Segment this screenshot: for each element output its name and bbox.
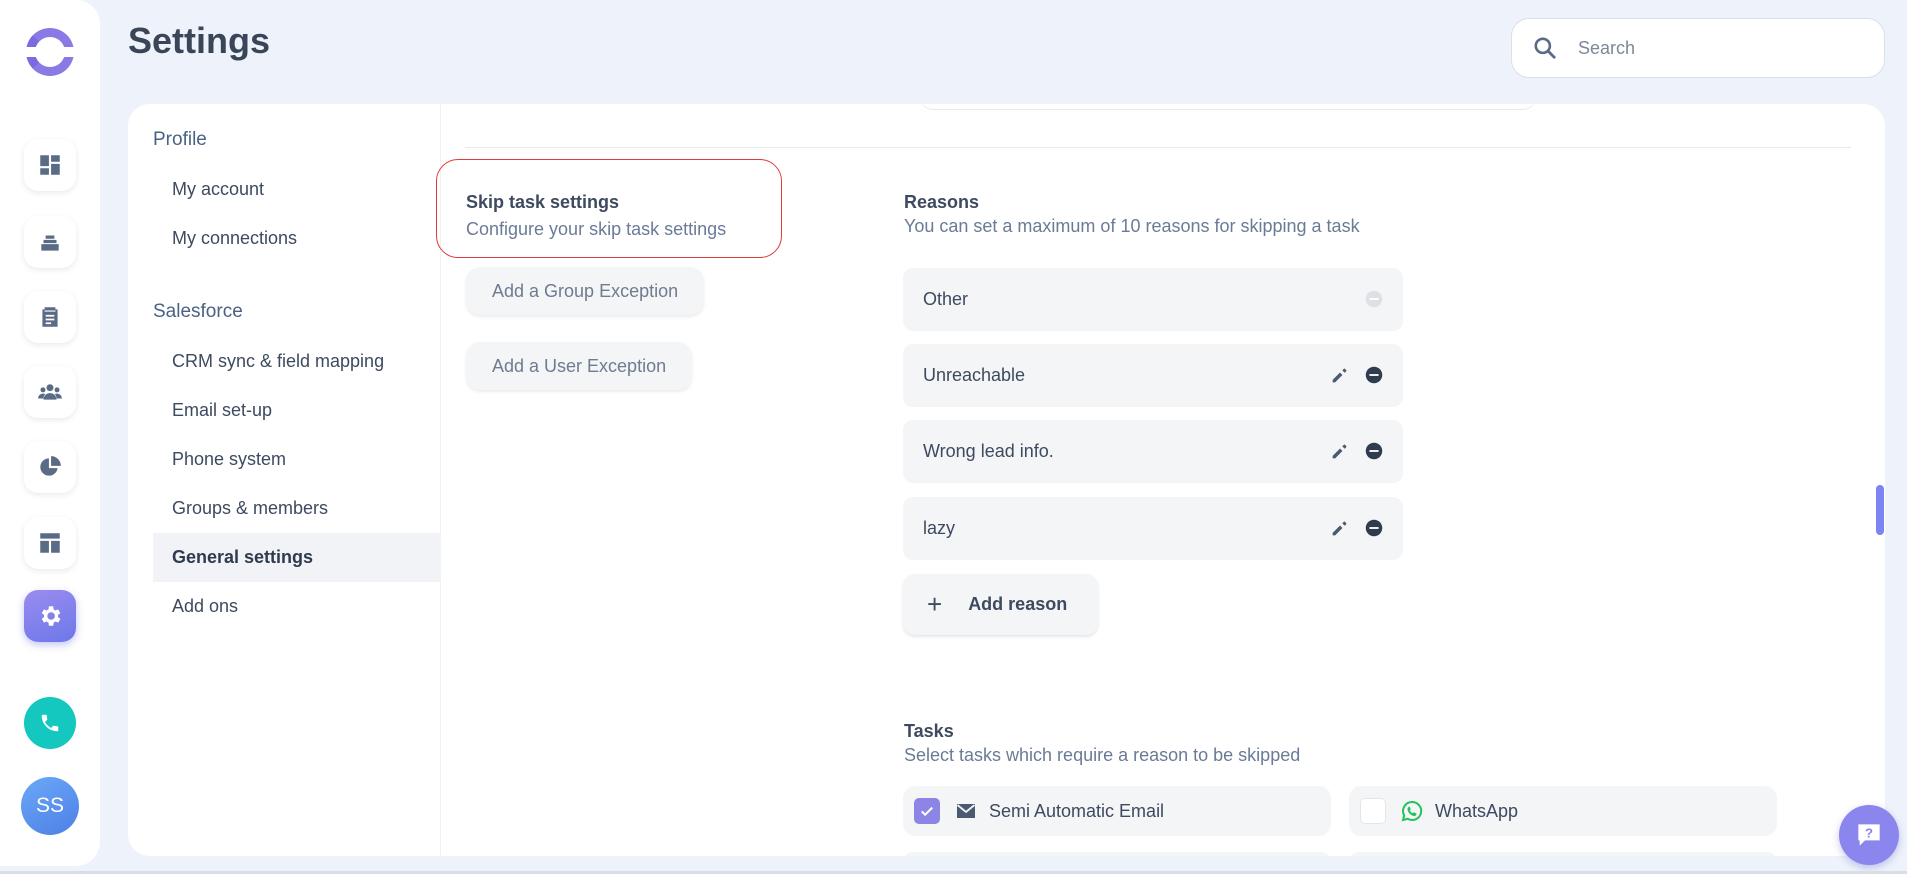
search-input[interactable] [1578,37,1858,59]
page-title: Settings [128,20,271,61]
task-label: Semi Automatic Email [989,800,1165,821]
task-option-partial [1349,852,1777,856]
remove-icon [1365,290,1383,308]
task-option-partial [903,852,1331,856]
rail-tasks-button[interactable] [24,291,76,343]
search-icon [1534,37,1556,59]
task-option[interactable]: Semi Automatic Email [903,786,1331,836]
add-user-exception-button[interactable]: Add a User Exception [466,342,693,390]
reason-label: Other [923,289,969,309]
tasks-subtitle: Select tasks which require a reason to b… [904,745,1301,765]
help-chat-icon: ? [1858,824,1880,846]
nav-group-profile: Profile [153,129,207,150]
rail-reports-button[interactable] [24,441,76,493]
call-button[interactable] [24,697,76,749]
reason-row: Wrong lead info. [903,420,1403,483]
avatar[interactable]: SS [21,777,79,835]
scrollbar-thumb[interactable] [1876,485,1884,535]
reason-label: lazy [923,518,956,538]
svg-text:?: ? [1865,826,1873,841]
nav-item-my-account[interactable]: My account [153,165,441,214]
section-edge [918,104,1538,110]
reason-row: Other [903,268,1403,331]
help-button[interactable]: ? [1839,805,1899,865]
layout-icon [40,533,60,553]
nav-item-my-connections[interactable]: My connections [153,214,441,263]
nav-group-salesforce: Salesforce [153,301,243,322]
clipboard-icon [42,307,58,327]
reason-label: Wrong lead info. [923,441,1054,461]
nav-item-add-ons[interactable]: Add ons [153,582,441,631]
add-reason-button[interactable]: + Add reason [903,574,1098,635]
section-divider [465,147,1851,148]
settings-card: Profile My account My connections Salesf… [128,104,1885,856]
add-reason-label: Add reason [968,594,1068,614]
phone-icon [41,714,59,732]
rail-layers-button[interactable] [24,216,76,268]
search-box[interactable] [1511,18,1885,78]
remove-icon[interactable] [1363,517,1385,539]
edit-icon[interactable] [1329,440,1351,462]
nav-item-general-settings[interactable]: General settings [153,533,441,582]
nav-item-crm-sync[interactable]: CRM sync & field mapping [153,337,441,386]
skip-settings-title: Skip task settings [466,192,620,212]
remove-icon[interactable] [1363,440,1385,462]
mail-icon [956,804,976,818]
add-group-exception-button[interactable]: Add a Group Exception [466,267,705,315]
task-option[interactable]: WhatsApp [1349,786,1777,836]
nav-item-email-setup[interactable]: Email set-up [153,386,441,435]
people-icon [38,384,62,400]
reason-row: Unreachable [903,344,1403,407]
check-icon [921,806,933,817]
reason-row: lazy [903,497,1403,560]
reasons-subtitle: You can set a maximum of 10 reasons for … [904,216,1360,236]
edit-icon[interactable] [1329,517,1351,539]
nav-item-phone-system[interactable]: Phone system [153,435,441,484]
remove-icon[interactable] [1363,364,1385,386]
reasons-title: Reasons [904,192,980,212]
app-logo[interactable] [23,28,79,76]
checkbox[interactable] [1360,798,1386,824]
gear-icon [41,606,61,626]
rail-settings-button[interactable] [24,590,76,642]
task-label: WhatsApp [1435,800,1519,821]
checkbox[interactable] [914,798,940,824]
layers-icon [41,235,59,251]
reason-label: Unreachable [923,365,1026,385]
whatsapp-icon [1401,800,1423,822]
dashboard-icon [40,155,60,175]
rail-dashboard-button[interactable] [24,139,76,191]
pie-chart-icon [40,456,61,476]
nav-item-groups-members[interactable]: Groups & members [153,484,441,533]
tasks-title: Tasks [904,721,954,741]
plus-icon: + [927,589,943,619]
left-rail: SS [0,0,100,866]
rail-people-button[interactable] [24,366,76,418]
edit-icon[interactable] [1329,364,1351,386]
settings-nav: Profile My account My connections Salesf… [128,104,441,856]
rail-templates-button[interactable] [24,517,76,569]
skip-settings-subtitle: Configure your skip task settings [466,219,727,239]
